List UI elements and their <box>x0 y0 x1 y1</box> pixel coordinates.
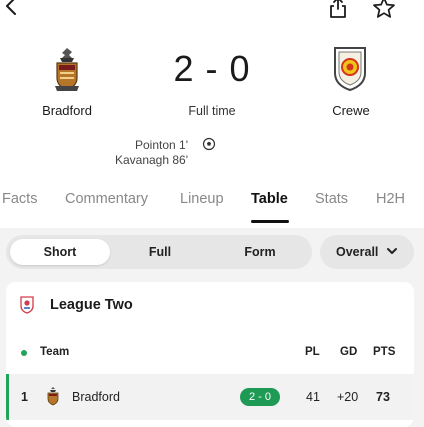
home-scorer: Kavanagh 86' <box>114 153 188 167</box>
active-tab-indicator <box>251 220 289 223</box>
filter-short-button[interactable]: Short <box>10 239 110 265</box>
match-tabs: Facts Commentary Lineup Table Stats H2H <box>0 189 424 225</box>
overall-dropdown[interactable]: Overall <box>320 235 414 269</box>
column-header-pts: PTS <box>373 346 396 358</box>
row-played: 41 <box>306 390 320 404</box>
away-team-name[interactable]: Crewe <box>301 103 401 118</box>
column-header-team: Team <box>40 346 70 358</box>
away-team-crest[interactable] <box>331 45 369 96</box>
chevron-down-icon <box>386 247 398 257</box>
chevron-left-icon[interactable] <box>2 0 22 18</box>
column-header-gd: GD <box>340 346 358 358</box>
column-header-pl: PL <box>305 346 320 358</box>
table-row[interactable]: 1 Bradford 2 - 0 41 +20 73 <box>6 374 414 420</box>
row-goal-difference: +20 <box>337 390 359 404</box>
home-scorer: Pointon 1' <box>135 138 188 152</box>
tab-table[interactable]: Table <box>251 191 288 207</box>
highlight-bar <box>6 374 9 420</box>
row-points: 73 <box>376 390 390 404</box>
overall-dropdown-label: Overall <box>336 245 379 259</box>
star-outline-icon[interactable] <box>371 0 397 21</box>
filter-form-button[interactable]: Form <box>210 239 310 265</box>
league-table-card: League Two Team PL GD PTS 1 Bradford 2 -… <box>6 282 414 427</box>
tab-stats[interactable]: Stats <box>315 191 348 207</box>
table-view-toggle: Short Full Form <box>6 235 312 269</box>
league-name[interactable]: League Two <box>50 297 133 313</box>
row-team-name: Bradford <box>72 390 120 404</box>
match-header: Bradford 2 - 0 Full time Crewe Pointon 1… <box>0 0 424 228</box>
green-dot-icon <box>21 350 27 356</box>
share-icon[interactable] <box>326 0 350 20</box>
tab-facts[interactable]: Facts <box>2 191 37 207</box>
league-logo-icon <box>20 296 34 314</box>
team-crest-icon <box>46 386 60 406</box>
tab-commentary[interactable]: Commentary <box>65 191 148 207</box>
tab-lineup[interactable]: Lineup <box>180 191 224 207</box>
row-position: 1 <box>21 390 28 404</box>
filter-full-button[interactable]: Full <box>110 239 210 265</box>
match-result-badge: 2 - 0 <box>240 388 280 406</box>
football-icon <box>202 137 216 151</box>
tab-h2h[interactable]: H2H <box>376 191 405 207</box>
